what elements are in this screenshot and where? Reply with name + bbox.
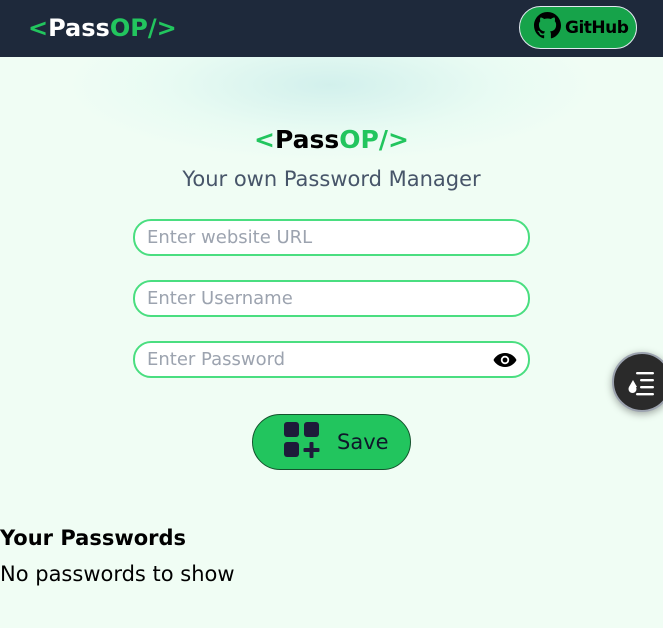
username-input[interactable] (135, 288, 528, 309)
logo-op: OP/ (109, 14, 157, 42)
shapes-list-icon (628, 372, 654, 396)
hero-logo-close-bracket: > (388, 125, 409, 154)
floating-widget-button[interactable] (612, 352, 663, 412)
page-subtitle: Your own Password Manager (182, 167, 481, 191)
password-input[interactable] (135, 349, 528, 370)
website-url-field (133, 219, 530, 256)
github-icon (534, 12, 561, 43)
logo-pass: Pass (48, 14, 110, 42)
website-url-input[interactable] (135, 227, 528, 248)
hero-logo: <PassOP/> (0, 123, 663, 157)
navbar: <PassOP/> GitHub (0, 0, 663, 57)
hero-logo-open-bracket: < (254, 125, 275, 154)
username-field (133, 280, 530, 317)
eye-icon[interactable] (492, 350, 518, 370)
save-label: Save (337, 430, 389, 454)
add-grid-icon (283, 421, 321, 463)
github-label: GitHub (565, 17, 629, 38)
github-button[interactable]: GitHub (519, 6, 637, 49)
hero-logo-pass: Pass (274, 125, 340, 154)
logo-close-bracket: > (156, 14, 177, 42)
no-passwords-message: No passwords to show (0, 562, 235, 586)
password-field (133, 341, 530, 378)
navbar-logo[interactable]: <PassOP/> (28, 11, 177, 45)
save-button[interactable]: Save (252, 414, 411, 470)
your-passwords-heading: Your Passwords (0, 526, 187, 550)
hero-logo-op: OP/ (339, 125, 388, 154)
logo-open-bracket: < (28, 14, 49, 42)
